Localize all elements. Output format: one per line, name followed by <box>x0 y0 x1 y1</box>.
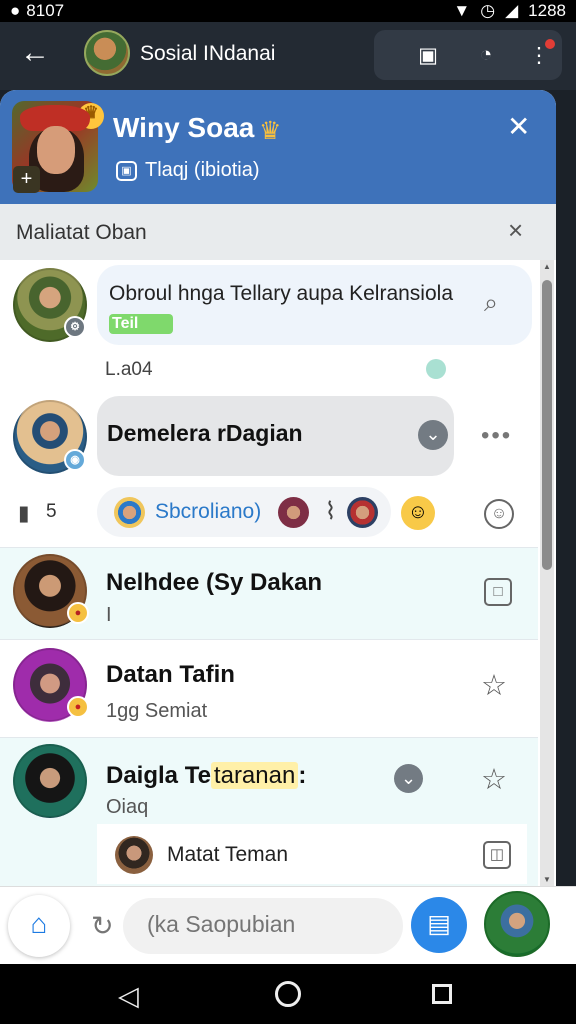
message-bubble-1[interactable]: Obroul hnga Tellary aupa Kelransiola Tei… <box>97 265 532 345</box>
signal-icon: ◢ <box>505 1 519 20</box>
composer-bar: ⌂ ↻ ♀ ▤ <box>0 886 576 964</box>
emoji-icon[interactable]: ☺ <box>401 496 435 530</box>
message-text-1: Obroul hnga Tellary aupa Kelransiola <box>109 282 453 305</box>
reaction-row: ▮ 5 Sbcroliano) ⌇ ☺ ☺ <box>0 486 538 546</box>
nav-home-icon[interactable] <box>275 981 301 1007</box>
status-bar: ● 8107 ▼ ◷ ◢ 1288 <box>0 0 576 22</box>
clock-icon[interactable]: ◔ <box>468 37 504 73</box>
home-icon[interactable]: ⌂ <box>8 895 70 957</box>
section-title: Maliatat Oban <box>16 221 147 244</box>
profile-subtitle: Tlaqj (ibiotia) <box>145 159 260 181</box>
bot-icon[interactable]: ◫ <box>483 841 511 869</box>
camera-icon[interactable]: ▣ <box>410 37 446 73</box>
status-left: ● 8107 <box>10 1 64 21</box>
star-icon[interactable]: ☆ <box>481 668 507 703</box>
android-navbar: ◁ <box>0 964 576 1024</box>
mini-thread-text: Matat Teman <box>167 843 289 866</box>
reaction-avatar-2 <box>278 497 309 528</box>
chevron-down-icon[interactable]: ⌄ <box>418 420 448 450</box>
app-header: ← Sosial INdanai ▣ ◔ ⋮ <box>0 22 576 90</box>
mini-thread[interactable]: Matat Teman ◫ <box>97 824 527 884</box>
status-badge-4: ● <box>67 696 89 718</box>
smile-icon[interactable]: ☺ <box>484 499 514 529</box>
mini-thread-avatar <box>115 836 153 874</box>
scroll-down-icon[interactable]: ▼ <box>543 875 551 884</box>
star-icon-2[interactable]: ☆ <box>481 762 507 797</box>
status-badge-2: ◉ <box>64 449 86 471</box>
avatar-face <box>37 126 75 174</box>
status-badge-3: ● <box>67 602 89 624</box>
status-right: ▼ ◷ ◢ 1288 <box>453 1 566 21</box>
scrollbar[interactable]: ▲ ▼ <box>540 260 554 886</box>
wifi-icon: ▼ <box>453 1 471 20</box>
more-icon[interactable]: ••• <box>481 422 512 450</box>
message-list[interactable]: ⚙ Obroul hnga Tellary aupa Kelransiola T… <box>0 260 538 886</box>
profile-sub-icon: ▣ <box>116 161 137 181</box>
message-chip: Teil <box>109 314 173 334</box>
notification-badge <box>545 39 555 49</box>
back-arrow-icon[interactable]: ← <box>20 38 52 70</box>
message-bubble-2[interactable]: Demelera rDagian ⌄ <box>97 396 454 476</box>
reply-icon[interactable]: ▮ <box>18 501 42 525</box>
section-close-icon[interactable]: × <box>508 217 536 245</box>
reaction-avatar-1 <box>114 497 145 528</box>
row-name-2: Datan Tafin <box>106 661 235 688</box>
close-icon[interactable]: ✕ <box>507 113 537 143</box>
crown-icon: ♛ <box>259 117 282 145</box>
row-subtitle-3: Oiaq <box>106 796 149 818</box>
mic-icon[interactable]: ⌕ <box>484 289 512 317</box>
status-time: 8107 <box>26 1 65 20</box>
message-time: L.a04 <box>105 359 153 380</box>
row-subtitle-1: I <box>106 604 112 626</box>
game-avatar-button[interactable] <box>484 891 550 957</box>
reaction-avatar-3 <box>347 497 378 528</box>
scroll-up-icon[interactable]: ▲ <box>543 262 551 271</box>
reaction-icon: ⌇ <box>324 498 337 525</box>
refresh-icon[interactable]: ↻ <box>91 911 121 941</box>
status-dot-icon: ● <box>10 1 21 20</box>
row-subtitle-2: 1gg Semiat <box>106 700 208 722</box>
row-chevron-icon[interactable]: ⌄ <box>394 764 423 793</box>
profile-name: Winy Soaa <box>113 112 255 143</box>
add-icon[interactable]: + <box>13 166 40 193</box>
dots-icon[interactable]: ⋮ <box>521 37 557 73</box>
doc-icon[interactable]: ▤ <box>411 897 467 953</box>
row-name-3: Daigla Te taranan: <box>106 762 306 790</box>
status-number: 1288 <box>528 1 566 20</box>
reaction-label: Sbcroliano) <box>155 500 262 523</box>
alarm-icon: ◷ <box>480 1 496 20</box>
header-tools: ▣ ◔ ⋮ <box>374 30 562 80</box>
row-name-1: Nelhdee (Sy Dakan <box>106 569 323 596</box>
profile-header: ♛ + Winy Soaa ♛ ▣ Tlaqj (ibiotia) ✕ <box>0 90 556 204</box>
row-name-3-suffix: : <box>298 762 307 789</box>
scroll-thumb[interactable] <box>542 280 552 570</box>
reply-count: 5 <box>46 501 57 522</box>
reaction-pill[interactable]: Sbcroliano) ⌇ <box>97 487 391 537</box>
read-indicator <box>426 359 446 379</box>
search-field[interactable]: ♀ <box>123 898 515 954</box>
search-highlight: taranan <box>210 762 299 789</box>
chat-panel: ♛ + Winy Soaa ♛ ▣ Tlaqj (ibiotia) ✕ Mali… <box>0 90 556 886</box>
briefcase-icon[interactable]: □ <box>484 578 512 606</box>
row-name-3-prefix: Daigla Te <box>106 762 211 789</box>
message-text-2: Demelera rDagian <box>107 420 303 446</box>
header-avatar[interactable] <box>84 30 130 76</box>
nav-back-icon[interactable]: ◁ <box>118 981 144 1011</box>
status-badge-1: ⚙ <box>64 316 86 338</box>
chat-avatar-3[interactable] <box>13 744 87 818</box>
section-bar: Maliatat Oban × <box>0 204 556 260</box>
nav-recent-icon[interactable] <box>432 984 452 1004</box>
search-input[interactable] <box>147 911 357 938</box>
header-title: Sosial INdanai <box>140 42 276 65</box>
